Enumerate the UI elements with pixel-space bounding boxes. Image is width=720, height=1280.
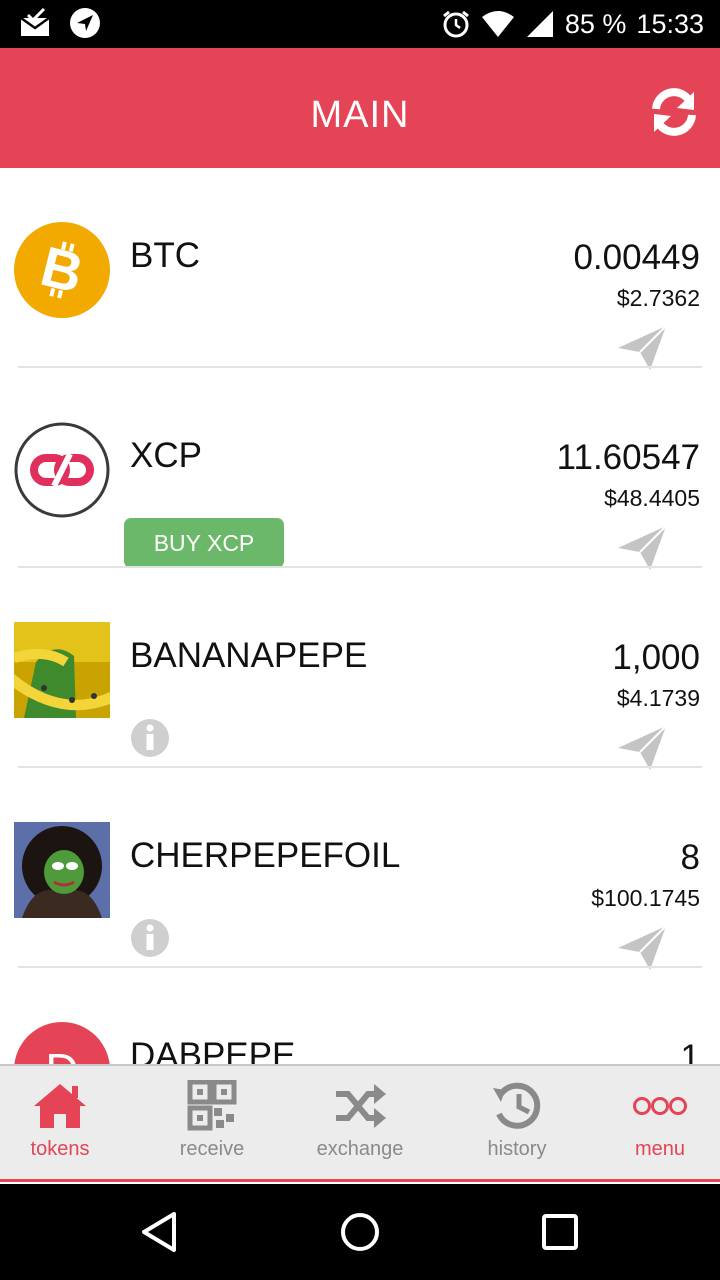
token-usd-value: $48.4405	[604, 485, 700, 511]
dabpepe-icon: D	[14, 1022, 110, 1064]
more-icon	[633, 1097, 687, 1115]
token-name: XCP	[130, 436, 202, 475]
tab-label: menu	[634, 1138, 686, 1160]
token-amount: 1	[680, 1038, 700, 1064]
info-icon[interactable]	[130, 718, 170, 758]
tab-label: history	[487, 1138, 547, 1160]
page-title: MAIN	[310, 94, 410, 136]
home-icon	[34, 1084, 86, 1128]
clock: 15:33	[636, 8, 704, 39]
wifi-icon	[481, 11, 514, 37]
bottom-tab-bar: tokens receive exchange history menu	[0, 1064, 720, 1182]
token-name: DABPEPE	[130, 1036, 296, 1064]
info-icon[interactable]	[130, 918, 170, 958]
tab-history[interactable]: history	[445, 1066, 589, 1182]
tab-tokens[interactable]: tokens	[0, 1066, 132, 1182]
token-row-btc[interactable]: B BTC 0.00449 $2.7362	[0, 168, 720, 370]
token-amount: 1,000	[612, 638, 700, 677]
shuffle-icon	[336, 1084, 386, 1128]
refresh-icon[interactable]	[646, 84, 702, 140]
token-amount: 8	[680, 838, 700, 877]
history-icon	[493, 1082, 541, 1129]
token-usd-value: $4.1739	[616, 685, 700, 711]
tab-menu[interactable]: menu	[588, 1066, 720, 1182]
tab-receive[interactable]: receive	[140, 1066, 284, 1182]
counterparty-icon	[14, 422, 110, 518]
cherpepefoil-image	[14, 822, 110, 918]
navigation-icon	[70, 8, 100, 38]
tab-label: exchange	[316, 1138, 404, 1160]
token-name: BTC	[130, 236, 200, 275]
system-nav-bar	[0, 1184, 720, 1280]
battery-percent: 85 %	[564, 8, 627, 39]
app-bar: MAIN	[0, 48, 720, 168]
tab-label: tokens	[30, 1138, 90, 1160]
bananapepe-image	[14, 622, 110, 718]
mail-icon	[20, 7, 50, 36]
alarm-icon	[442, 10, 469, 38]
home-nav-icon[interactable]	[336, 1208, 384, 1256]
token-amount: 11.60547	[556, 438, 700, 477]
token-list[interactable]: B BTC 0.00449 $2.7362 XCP 11.60547 $48.4…	[0, 168, 720, 1064]
token-row-xcp[interactable]: XCP 11.60547 $48.4405 BUY XCP	[0, 368, 720, 570]
bitcoin-icon: B	[14, 222, 110, 318]
token-name: CHERPEPEFOIL	[130, 836, 401, 875]
tab-exchange[interactable]: exchange	[288, 1066, 432, 1182]
token-amount: 0.00449	[573, 238, 700, 277]
dabpepe-icon-letter: D	[45, 1044, 78, 1064]
recents-icon[interactable]	[536, 1208, 584, 1256]
token-usd-value: $100.1745	[591, 885, 700, 911]
status-bar: 85 % 15:33	[0, 0, 720, 48]
token-row-dabpepe[interactable]: D DABPEPE 1	[0, 968, 720, 1064]
buy-xcp-button[interactable]: BUY XCP	[124, 518, 284, 568]
token-usd-value: $2.7362	[616, 285, 700, 311]
qr-code-icon	[187, 1080, 237, 1131]
token-row-cherpepefoil[interactable]: CHERPEPEFOIL 8 $100.1745	[0, 768, 720, 970]
back-icon[interactable]	[136, 1208, 184, 1256]
token-row-bananapepe[interactable]: BANANAPEPE 1,000 $4.1739	[0, 568, 720, 770]
signal-icon	[526, 11, 553, 37]
token-name: BANANAPEPE	[130, 636, 368, 675]
tab-label: receive	[179, 1138, 245, 1160]
